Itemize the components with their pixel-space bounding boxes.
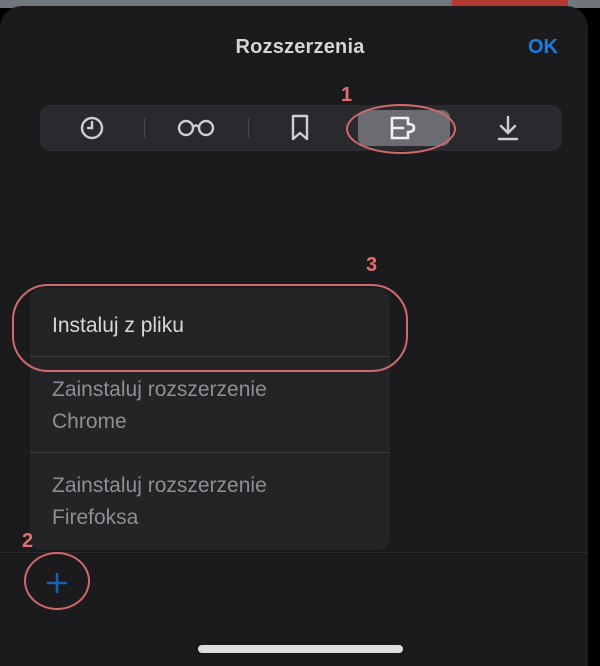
download-icon	[497, 115, 519, 141]
menu-item-label: Zainstaluj rozszerzenie	[52, 474, 267, 497]
tab-downloads[interactable]	[456, 105, 560, 151]
bookmark-icon	[291, 114, 309, 141]
annotation-ring-menu-item	[12, 284, 408, 372]
menu-item-label: Zainstaluj rozszerzenie	[52, 378, 267, 401]
menu-item-label: Firefoksa	[52, 506, 139, 529]
annotation-number-1: 1	[341, 84, 353, 106]
menu-divider	[30, 452, 390, 453]
annotation-number-3: 3	[366, 254, 378, 276]
tab-bookmarks[interactable]	[248, 105, 352, 151]
page-title: Rozszerzenia	[235, 36, 365, 58]
home-indicator	[198, 645, 403, 653]
toolbar-divider	[0, 552, 588, 553]
menu-item-install-chrome-extension[interactable]: Zainstaluj rozszerzenie Chrome	[30, 374, 390, 438]
segmented-tab-bar	[40, 105, 562, 151]
menu-item-install-firefox-extension[interactable]: Zainstaluj rozszerzenie Firefoksa	[30, 470, 390, 534]
tab-reading-list[interactable]	[144, 105, 248, 151]
menu-item-label: Chrome	[52, 410, 127, 433]
reading-list-glasses-icon	[177, 119, 215, 137]
tab-history[interactable]	[40, 105, 144, 151]
annotation-number-2: 2	[22, 530, 34, 552]
ok-button[interactable]: OK	[528, 36, 558, 59]
annotation-ring-tab	[346, 104, 456, 154]
annotation-ring-plus	[24, 552, 90, 610]
history-clock-icon	[80, 116, 104, 140]
